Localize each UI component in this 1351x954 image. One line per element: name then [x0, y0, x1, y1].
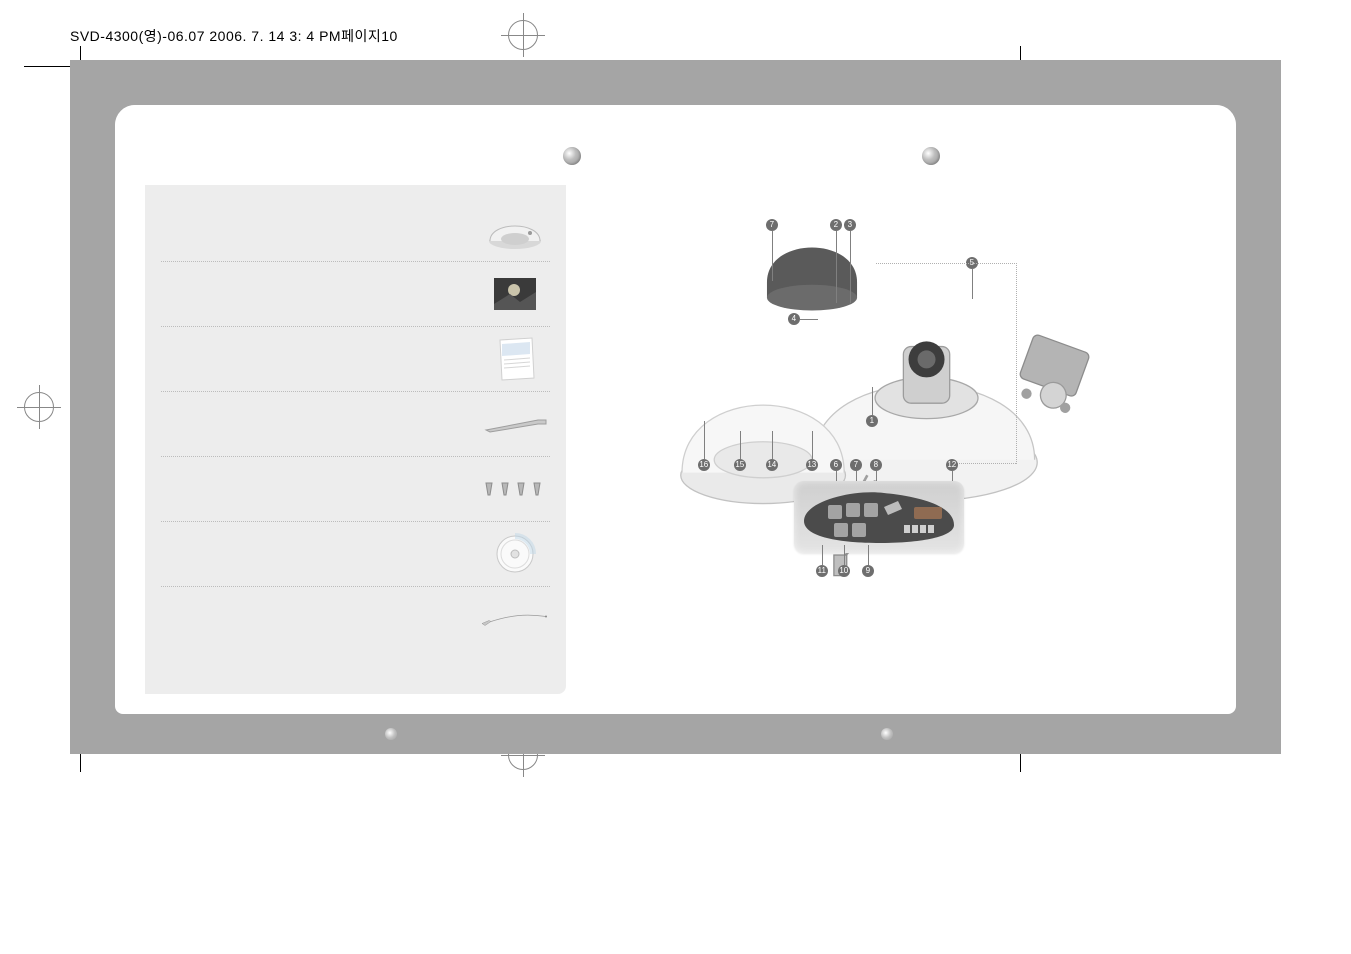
callout-line [800, 319, 818, 320]
list-item [161, 392, 550, 457]
package-contents-panel [145, 185, 566, 694]
left-page [115, 175, 586, 714]
callout-number: 9 [862, 565, 874, 577]
test-monitor-cable-icon [480, 593, 550, 645]
callout-number: 7 [850, 459, 862, 471]
callout-line [812, 431, 813, 459]
binding-dot-icon [385, 728, 397, 740]
callout-line [772, 231, 773, 281]
callout-line [822, 545, 823, 565]
callout-line [740, 431, 741, 459]
callout-number: 2 [830, 219, 842, 231]
callout-number: 16 [698, 459, 710, 471]
callout-line [872, 387, 873, 415]
binding-dot-icon [881, 728, 893, 740]
callout-line [868, 545, 869, 565]
callout-number: 4 [788, 313, 800, 325]
list-item [161, 327, 550, 392]
cd-disc-icon [480, 528, 550, 580]
callout-line [772, 431, 773, 459]
list-item [161, 457, 550, 522]
dotted-connector [876, 263, 1017, 464]
screws-icon [480, 463, 550, 515]
callout-line [704, 421, 705, 459]
photo-sample-icon [480, 268, 550, 320]
callout-number: 7 [766, 219, 778, 231]
content-row: 7 2 3 4 5 1 [115, 175, 1236, 714]
parts-diagram: 7 2 3 4 5 1 [616, 205, 1206, 694]
right-page: 7 2 3 4 5 1 [586, 175, 1236, 714]
list-item [161, 197, 550, 262]
callout-number: 8 [870, 459, 882, 471]
hex-wrench-icon [480, 398, 550, 450]
callout-number: 11 [816, 565, 828, 577]
callout-number: 12 [946, 459, 958, 471]
callout-number: 15 [734, 459, 746, 471]
prepress-header: SVD-4300(영)-06.07 2006. 7. 14 3: 4 PM페이지… [70, 26, 398, 46]
dotted-connector [954, 463, 1016, 465]
registration-mark-icon [24, 392, 54, 422]
manual-sheet-icon [480, 333, 550, 385]
callout-number: 13 [806, 459, 818, 471]
manual-spread: 7 2 3 4 5 1 [115, 105, 1236, 714]
callout-line [844, 545, 845, 565]
page-background: 7 2 3 4 5 1 [70, 60, 1281, 754]
list-item [161, 262, 550, 327]
registration-mark-icon [508, 20, 538, 50]
list-item [161, 587, 550, 651]
callout-number: 3 [844, 219, 856, 231]
callout-number: 10 [838, 565, 850, 577]
binding-dot-icon [922, 147, 940, 165]
callout-number: 14 [766, 459, 778, 471]
header-band [115, 105, 1236, 165]
callout-number: 6 [830, 459, 842, 471]
dome-camera-icon [480, 203, 550, 255]
callout-line [850, 231, 851, 303]
callout-line [836, 231, 837, 303]
crop-mark [24, 66, 74, 67]
control-board-panel [794, 481, 964, 553]
control-board-icon [794, 481, 964, 553]
list-item [161, 522, 550, 587]
